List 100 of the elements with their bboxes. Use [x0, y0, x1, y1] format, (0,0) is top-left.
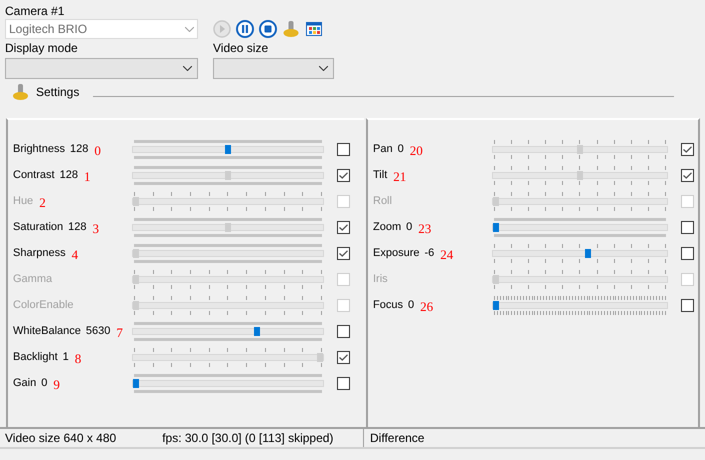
check-icon	[683, 146, 692, 152]
control-value: 128	[70, 142, 88, 157]
control-value: 1	[62, 350, 69, 365]
check-icon	[683, 172, 692, 178]
joystick-icon	[12, 83, 29, 101]
chevron-icon	[319, 66, 328, 71]
slider-track[interactable]	[132, 354, 324, 360]
check-icon	[339, 250, 348, 256]
camera-label: Camera #1	[5, 3, 66, 19]
chevron-icon	[185, 26, 194, 32]
slider-thumb[interactable]	[225, 222, 231, 232]
control-label: Sharpness	[13, 246, 66, 261]
control-value: 0	[398, 142, 404, 157]
control-label: Tilt	[373, 168, 388, 183]
video-size-label: Video size	[213, 40, 270, 56]
slider-track[interactable]	[492, 146, 668, 152]
slider-thumb[interactable]	[225, 170, 231, 180]
control-label: Gain	[13, 376, 36, 391]
slider-thumb[interactable]	[133, 378, 139, 388]
annotation-number: 7	[116, 324, 123, 342]
slider-track[interactable]	[492, 276, 668, 282]
slider-track[interactable]	[132, 250, 324, 256]
checkbox[interactable]	[681, 168, 694, 182]
annotation-number: 21	[393, 168, 406, 186]
annotation-number: 24	[440, 246, 454, 264]
check-icon	[339, 224, 348, 230]
annotation-number: 26	[420, 298, 434, 316]
slider-thumb[interactable]	[493, 300, 499, 310]
control-label: ColorEnable	[13, 298, 74, 313]
checkbox[interactable]	[337, 246, 350, 260]
control-label: Exposure	[373, 246, 420, 261]
video-size-dropdown[interactable]	[213, 58, 334, 79]
control-value: 0	[408, 298, 414, 313]
annotation-number: 20	[410, 142, 423, 160]
control-label: Roll	[373, 194, 392, 209]
control-value: 5630	[86, 324, 110, 339]
checkbox[interactable]	[337, 350, 350, 364]
checkbox[interactable]	[337, 220, 350, 234]
slider-track[interactable]	[492, 198, 668, 204]
display-mode-label: Display mode	[5, 40, 79, 56]
slider-track[interactable]	[492, 224, 668, 230]
slider-track[interactable]	[132, 224, 324, 230]
annotation-number: 0	[94, 142, 101, 160]
slider-track[interactable]	[132, 146, 324, 152]
control-label: Hue	[13, 194, 34, 209]
check-icon	[339, 172, 348, 178]
checkbox[interactable]	[681, 246, 694, 260]
control-value: 128	[60, 168, 78, 183]
annotation-number: 4	[72, 246, 78, 264]
checkbox[interactable]	[337, 168, 350, 182]
annotation-number: 2	[39, 194, 46, 212]
settings-heading: Settings	[36, 84, 80, 101]
annotation-number: 8	[74, 350, 82, 368]
slider-thumb[interactable]	[133, 248, 139, 258]
slider-track[interactable]	[132, 380, 324, 386]
annotation-number: 3	[92, 220, 100, 238]
slider-track[interactable]	[132, 198, 324, 204]
checkbox[interactable]	[681, 142, 694, 156]
slider-track[interactable]	[492, 172, 668, 178]
fps-text: fps: 30.0 [30.0] (0 [113] skipped)	[162, 430, 334, 447]
slider-thumb[interactable]	[493, 222, 499, 232]
annotation-number: 9	[53, 376, 60, 394]
checkbox[interactable]	[681, 298, 694, 312]
control-label: Contrast	[13, 168, 55, 183]
slider-track[interactable]	[492, 302, 668, 308]
pause-icon[interactable]	[236, 20, 254, 38]
control-label: Iris	[373, 272, 388, 287]
checkbox[interactable]	[337, 142, 350, 156]
slider-track[interactable]	[132, 172, 324, 178]
control-value: -6	[424, 246, 434, 261]
checkbox[interactable]	[337, 324, 350, 338]
annotation-number: 23	[418, 220, 432, 238]
joystick-icon[interactable]	[282, 20, 300, 38]
control-label: Backlight	[13, 350, 58, 365]
control-label: Zoom	[373, 220, 402, 235]
control-value: 128	[68, 220, 87, 235]
slider-thumb[interactable]	[317, 352, 323, 362]
window-icon[interactable]	[305, 20, 323, 38]
slider-track[interactable]	[132, 328, 324, 334]
slider-thumb[interactable]	[225, 144, 231, 154]
slider-track[interactable]	[132, 302, 324, 308]
checkbox[interactable]	[337, 376, 350, 390]
slider-thumb[interactable]	[254, 326, 260, 336]
stop-icon[interactable]	[259, 20, 277, 38]
checkbox[interactable]	[681, 220, 694, 234]
slider-thumb[interactable]	[577, 144, 583, 154]
slider-track[interactable]	[132, 276, 324, 282]
control-label: Brightness	[13, 142, 65, 157]
control-label: Focus	[373, 298, 403, 313]
status-text: Video size 640 x 480	[5, 430, 116, 447]
camera-dropdown[interactable]: Logitech BRIO	[5, 19, 198, 39]
slider-thumb[interactable]	[577, 170, 583, 180]
slider-thumb[interactable]	[585, 248, 592, 258]
slider-track[interactable]	[492, 250, 668, 256]
control-label: Saturation	[13, 220, 64, 235]
control-label: Gamma	[13, 272, 52, 287]
display-mode-dropdown[interactable]	[5, 58, 198, 79]
status-text: Difference	[370, 430, 424, 447]
chevron-icon	[183, 66, 192, 71]
control-value: 0	[406, 220, 412, 235]
